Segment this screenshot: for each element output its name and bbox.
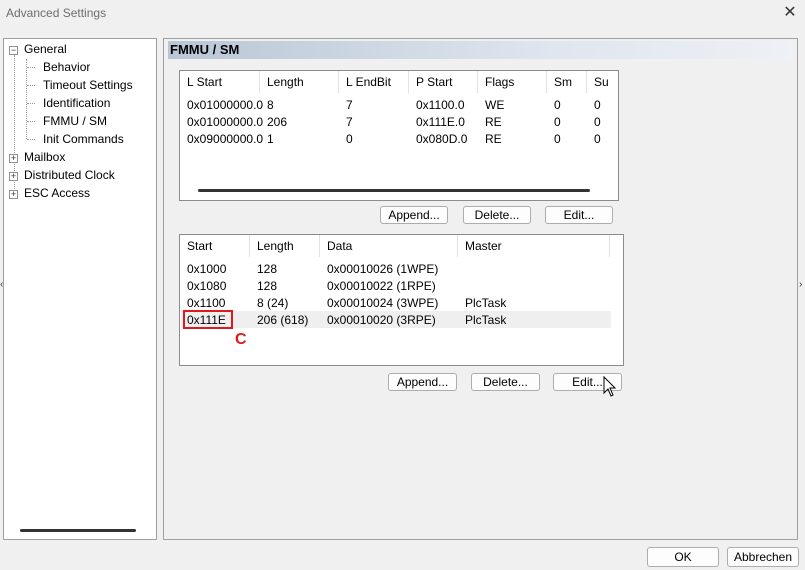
column-header[interactable]: Master [458,235,610,257]
table-cell [458,278,465,294]
table-cell: 0 [594,115,601,129]
table-cell: 0x1080 [187,279,227,293]
close-icon[interactable]: ✕ [781,4,799,22]
table-cell: 0 [554,132,561,146]
table-cell: 0x01000000.0 [187,98,264,112]
expand-icon[interactable]: + [9,154,18,163]
table-cell: PlcTask [465,313,507,327]
table-cell: 0x00010024 (3WPE) [327,296,439,310]
table-cell: 128 [257,279,278,293]
table-cell: 206 (618) [257,313,309,327]
table-cell: 0x1000 [187,262,227,276]
table-cell: 0x080D.0 [416,132,468,146]
fmmu-list[interactable]: L Start Length L EndBit P Start Flags Sm… [179,70,619,201]
table-cell: 0 [554,115,561,129]
table-cell: 0x1100 [187,296,226,310]
highlight-box [183,310,233,329]
annotation-label: C [235,331,247,348]
column-header[interactable]: Start [180,235,250,257]
panel-title: FMMU / SM [168,41,794,59]
table-cell: PlcTask [465,296,507,310]
table-cell: 0x00010026 (1WPE) [327,262,439,276]
expand-icon[interactable]: + [9,172,18,181]
fmmu-horizontal-scrollbar[interactable] [198,189,590,192]
expand-icon[interactable]: + [9,190,18,199]
column-header[interactable]: Length [250,235,320,257]
table-cell: 0x1100.0 [416,98,465,112]
sm-append-button[interactable]: Append... [388,373,457,391]
tree-item-init-commands[interactable]: Init Commands [43,130,124,148]
settings-panel: FMMU / SM L Start Length L EndBit P Star… [163,38,798,540]
table-cell: 8 (24) [257,296,289,310]
table-cell: 0 [554,98,561,112]
fmmu-append-button[interactable]: Append... [380,206,448,224]
fmmu-edit-button[interactable]: Edit... [545,206,613,224]
table-cell: 0x09000000.0 [187,132,264,146]
collapse-icon[interactable]: − [9,46,18,55]
window-title: Advanced Settings [6,6,107,20]
column-header[interactable]: P Start [409,71,478,93]
table-cell: 7 [346,98,353,112]
table-cell: 0x00010020 (3RPE) [327,313,436,327]
column-header[interactable]: L EndBit [339,71,409,93]
tree-item-identification[interactable]: Identification [43,94,110,112]
settings-tree: − General Behavior Timeout Settings Iden… [3,38,157,540]
table-cell: 0 [346,132,353,146]
tree-item-timeout-settings[interactable]: Timeout Settings [43,76,133,94]
table-cell: 206 [267,115,288,129]
column-header[interactable]: Data [320,235,458,257]
table-cell: 8 [267,98,274,112]
ok-button[interactable]: OK [647,547,719,567]
column-header[interactable]: L Start [180,71,260,93]
table-cell: 1 [267,132,274,146]
table-cell: WE [485,98,505,112]
column-header[interactable]: Sm [547,71,587,93]
tree-item-fmmu-sm[interactable]: FMMU / SM [43,112,107,130]
tree-item-distributed-clock[interactable]: Distributed Clock [24,166,115,184]
tree-item-esc-access[interactable]: ESC Access [24,184,90,202]
cancel-button[interactable]: Abbrechen [727,547,799,567]
table-cell: 128 [257,262,278,276]
tree-item-general[interactable]: General [24,40,67,58]
title-bar: Advanced Settings ✕ [0,0,805,28]
table-cell: 7 [346,115,353,129]
table-cell: 0x01000000.0 [187,115,264,129]
tree-horizontal-scrollbar[interactable] [20,529,136,532]
table-cell: 0 [594,132,601,146]
table-cell: 0x00010022 (1RPE) [327,279,436,293]
sm-delete-button[interactable]: Delete... [471,373,540,391]
table-cell: 0x111E.0 [416,115,465,129]
table-cell: RE [485,115,502,129]
fmmu-delete-button[interactable]: Delete... [463,206,531,224]
column-header[interactable]: Su [587,71,618,93]
mouse-cursor-icon [603,376,617,397]
column-header[interactable]: Length [260,71,339,93]
column-header[interactable]: Flags [478,71,547,93]
table-cell [458,261,465,277]
resize-handle-right[interactable]: › [799,280,805,290]
table-cell: 0 [594,98,601,112]
tree-item-behavior[interactable]: Behavior [43,58,90,76]
tree-item-mailbox[interactable]: Mailbox [24,148,65,166]
table-cell: RE [485,132,502,146]
